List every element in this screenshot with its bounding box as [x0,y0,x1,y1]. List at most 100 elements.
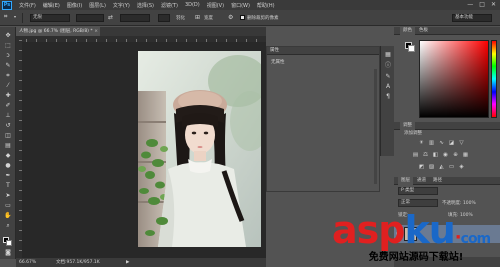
brush-tool-icon[interactable]: ✐ [3,101,13,110]
hue-slider[interactable] [491,40,497,118]
brightness-icon[interactable]: ☀ [418,139,425,146]
hand-tool-icon[interactable]: ✋ [3,211,13,220]
gradient-tool-icon[interactable]: ▤ [3,141,13,150]
gradient-map-icon[interactable]: ▭ [448,163,455,170]
curves-icon[interactable]: ∿ [438,139,445,146]
properties-title[interactable]: 属性 [270,48,279,53]
zoom-level[interactable]: 66.67% [19,258,36,267]
status-arrow-icon[interactable]: ▶ [126,258,129,267]
zoom-tool-icon[interactable]: ⌕ [3,221,13,230]
watermark-subtitle: 免费网站源码下载站! [368,252,464,263]
status-bar: 66.67% 文档:957.1K/957.1K ▶ [16,258,266,267]
menu-window[interactable]: 窗口(W) [231,2,250,9]
threshold-icon[interactable]: ◭ [438,163,445,170]
tab-adjustments[interactable]: 调整 [400,122,415,130]
menu-layer[interactable]: 图层(L) [89,2,106,9]
ratio-select[interactable]: 无限 [30,14,70,22]
menu-filter[interactable]: 滤镜(T) [161,2,178,9]
crop-tool-icon[interactable]: ⌗ [3,71,13,80]
straighten-icon[interactable]: ⊞ [195,14,200,21]
menu-select[interactable]: 选择(S) [137,2,154,9]
document-tab[interactable]: 人物.jpg @ 66.7% (图层, RGB/8) * × [16,27,100,36]
paragraph-icon[interactable]: ¶ [384,92,392,100]
height-input[interactable] [120,14,150,22]
exposure-icon[interactable]: ◪ [448,139,455,146]
history-icon[interactable]: ▦ [384,50,392,58]
tab-paths[interactable]: 路径 [430,177,445,185]
tab-swatches[interactable]: 色板 [416,27,431,35]
dodge-tool-icon[interactable]: ● [3,161,13,170]
document-size[interactable]: 文档:957.1K/957.1K [56,258,100,267]
blur-tool-icon[interactable]: ◆ [3,151,13,160]
history-brush-icon[interactable]: ↺ [3,121,13,130]
background-color-swatch[interactable] [6,240,12,246]
quick-select-tool-icon[interactable]: ✎ [3,61,13,70]
layers-panel-header: 图层 通道 路径 [394,177,500,185]
vibrance-icon[interactable]: ▽ [458,139,465,146]
shape-tool-icon[interactable]: ▭ [3,201,13,210]
straighten-label[interactable]: 羽化 [176,15,185,21]
close-button[interactable]: ✕ [491,1,496,8]
character-icon[interactable]: A [384,82,392,90]
posterize-icon[interactable]: ▨ [428,163,435,170]
crop-tool-preset-icon[interactable]: ⌗ [4,13,7,21]
maximize-button[interactable]: □ [479,1,485,8]
color-picker-field[interactable] [419,40,489,118]
color-balance-icon[interactable]: ⚖ [422,151,429,158]
tab-channels[interactable]: 通道 [414,177,429,185]
chevron-down-icon[interactable]: ▾ [14,14,16,19]
move-tool-icon[interactable]: ✥ [3,31,13,40]
healing-tool-icon[interactable]: ✚ [3,91,13,100]
marquee-tool-icon[interactable]: ⬚ [3,41,13,50]
gear-icon[interactable]: ⚙ [228,14,233,21]
overlay-label[interactable]: 宽度 [204,15,213,21]
workspace-select[interactable]: 基本功能 [452,14,492,22]
menu-edit[interactable]: 编辑(E) [43,2,60,9]
toolbox: ✥ ⬚ ↄ ✎ ⌗ ⁄ ✚ ✐ ⊥ ↺ ◫ ▤ ◆ ● ✒ T ➤ ▭ ✋ ⌕ … [0,27,16,259]
info-icon[interactable]: ⓘ [384,60,392,69]
color-background-swatch[interactable] [408,45,415,52]
delete-cropped-checkbox[interactable] [240,15,245,20]
swap-icon[interactable]: ⇄ [108,14,113,21]
black-white-icon[interactable]: ◧ [432,151,439,158]
lasso-tool-icon[interactable]: ↄ [3,51,13,60]
photo-filter-icon[interactable]: ◉ [442,151,449,158]
menu-file[interactable]: 文件(F) [19,2,36,9]
eraser-tool-icon[interactable]: ◫ [3,131,13,140]
color-lookup-icon[interactable]: ▦ [462,151,469,158]
close-icon[interactable]: × [94,27,98,36]
quick-mask-icon[interactable]: ◙ [3,248,13,257]
menu-3d[interactable]: 3D(D) [185,2,200,8]
hue-saturation-icon[interactable]: ▤ [412,151,419,158]
ruler-tick [19,40,22,41]
width-input[interactable] [76,14,104,22]
eyedropper-tool-icon[interactable]: ⁄ [3,81,13,90]
add-adjustment-label: 添加调整 [404,131,422,136]
levels-icon[interactable]: ▥ [428,139,435,146]
selective-color-icon[interactable]: ◈ [458,163,465,170]
type-tool-icon[interactable]: T [3,181,13,190]
photoshop-logo: Ps [2,0,12,10]
menu-image[interactable]: 图像(I) [67,2,82,9]
tab-color[interactable]: 颜色 [400,27,415,35]
tab-layers[interactable]: 图层 [398,177,413,185]
invert-icon[interactable]: ◩ [418,163,425,170]
brush-presets-icon[interactable]: ✎ [384,72,392,80]
document-tab-label: 人物.jpg @ 66.7% (图层, RGB/8) * [19,29,93,34]
menu-view[interactable]: 视图(V) [207,2,224,9]
portrait-photo [138,51,261,247]
channel-mixer-icon[interactable]: ⊕ [452,151,459,158]
path-select-tool-icon[interactable]: ➤ [3,191,13,200]
canvas-area[interactable] [22,42,266,258]
clear-button[interactable] [158,14,170,22]
blend-mode-select[interactable]: 正常 [398,199,438,207]
pen-tool-icon[interactable]: ✒ [3,171,13,180]
photoshop-window: Ps 文件(F) 编辑(E) 图像(I) 图层(L) 文字(Y) 选择(S) 滤… [0,0,500,267]
opacity-control[interactable]: 不透明度: 100% [442,200,476,206]
properties-scrollbar[interactable] [374,69,377,184]
menu-help[interactable]: 帮助(H) [257,2,275,9]
minimize-button[interactable]: — [467,1,473,8]
menu-type[interactable]: 文字(Y) [113,2,130,9]
layer-kind-filter[interactable]: P 类型 [398,187,438,195]
stamp-tool-icon[interactable]: ⊥ [3,111,13,120]
